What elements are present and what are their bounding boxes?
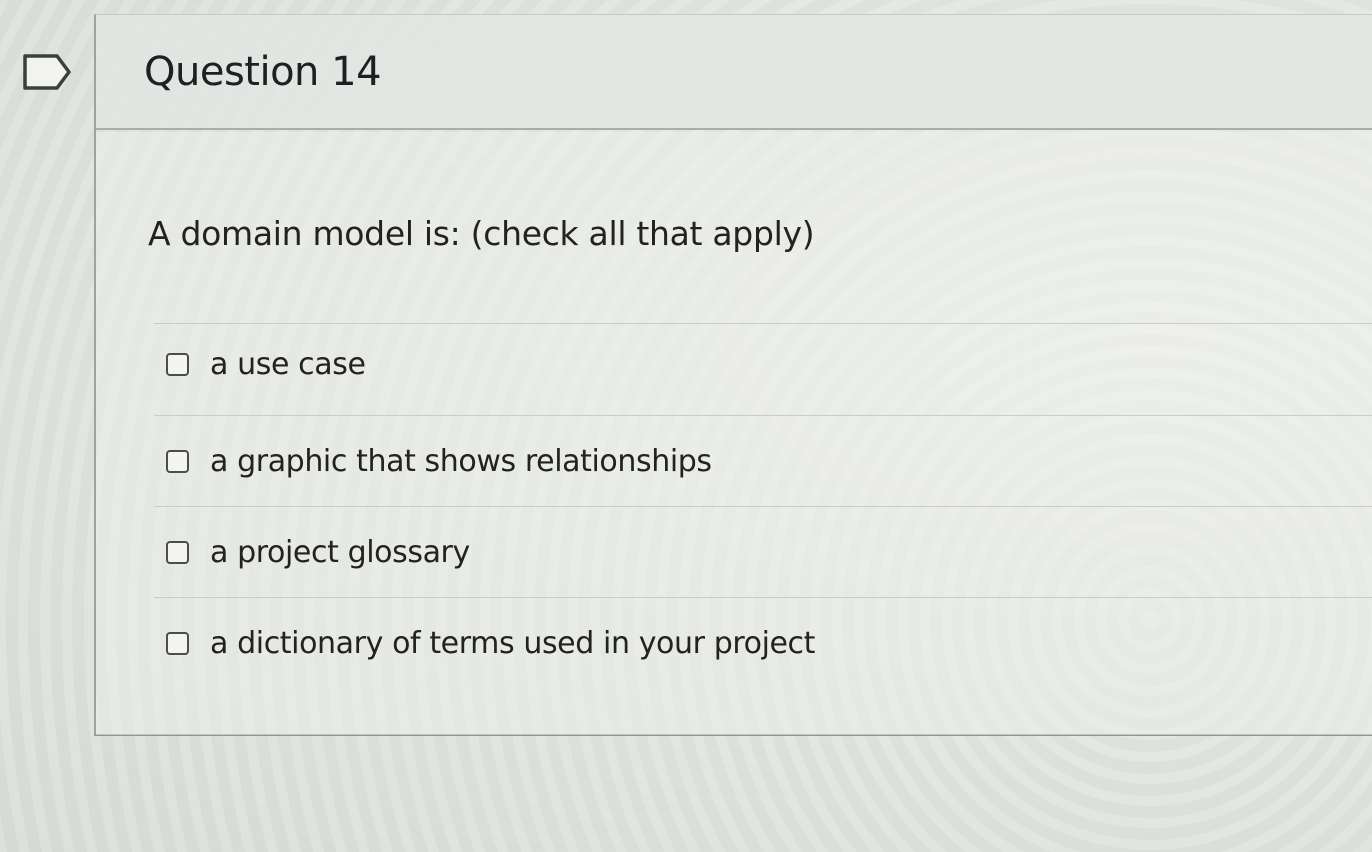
question-prompt: A domain model is: (check all that apply… (148, 214, 815, 253)
question-card: Question 14 A domain model is: (check al… (94, 14, 1372, 736)
answer-list: a use case a graphic that shows relation… (154, 323, 1372, 688)
answer-option[interactable]: a use case (154, 323, 1372, 415)
question-body: A domain model is: (check all that apply… (96, 132, 1372, 735)
answer-option[interactable]: a graphic that shows relationships (154, 415, 1372, 506)
answer-option[interactable]: a dictionary of terms used in your proje… (154, 597, 1372, 688)
question-header: Question 14 (96, 15, 1372, 130)
answer-label[interactable]: a graphic that shows relationships (210, 444, 712, 479)
answer-label[interactable]: a dictionary of terms used in your proje… (210, 626, 815, 661)
answer-checkbox[interactable] (166, 631, 189, 655)
answer-label[interactable]: a use case (210, 347, 366, 382)
answer-checkbox[interactable] (166, 540, 189, 564)
answer-option[interactable]: a project glossary (154, 506, 1372, 597)
answer-checkbox[interactable] (166, 449, 189, 473)
question-title: Question 14 (144, 49, 382, 95)
flag-icon[interactable] (22, 52, 72, 92)
answer-checkbox[interactable] (166, 353, 189, 376)
answer-label[interactable]: a project glossary (210, 535, 470, 570)
